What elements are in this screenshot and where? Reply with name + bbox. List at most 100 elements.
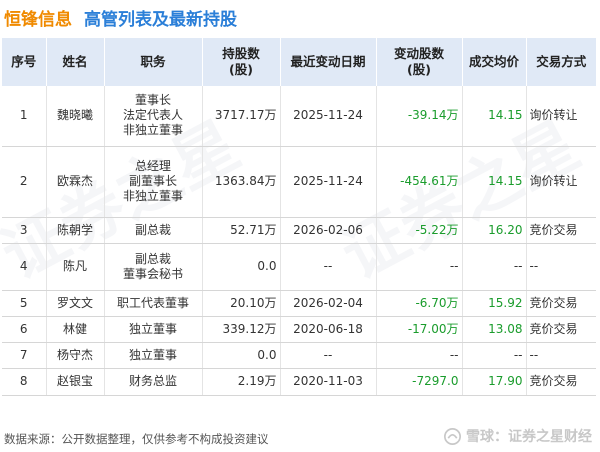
cell-name: 赵银宝 bbox=[46, 368, 105, 396]
cell-price: 17.90 bbox=[462, 368, 527, 396]
col-header-change-line1: 变动股数 bbox=[393, 46, 444, 61]
cell-name: 陈凡 bbox=[46, 243, 105, 291]
cell-shares: 52.71万 bbox=[202, 217, 281, 244]
brand-watermark: 雪球：证券之星财经 bbox=[444, 426, 592, 446]
col-header-name: 姓名 bbox=[46, 38, 105, 86]
cell-no: 6 bbox=[2, 316, 47, 343]
cell-shares: 0.0 bbox=[202, 342, 281, 369]
cell-no: 1 bbox=[2, 86, 47, 147]
cell-date: 2026-02-06 bbox=[280, 217, 377, 244]
cell-role: 副总裁 bbox=[104, 217, 203, 244]
cell-price: 14.15 bbox=[462, 86, 527, 147]
cell-price: 16.20 bbox=[462, 217, 527, 244]
cell-no: 2 bbox=[2, 146, 47, 218]
role-line: 总经理 bbox=[134, 159, 171, 173]
role-line: 副总裁 bbox=[134, 251, 171, 266]
col-header-change-line2: (股) bbox=[407, 62, 431, 77]
cell-change: -6.70万 bbox=[376, 290, 463, 317]
executives-table: 序号 姓名 职务 持股数 (股) 最近变动日期 变动股数 (股) 成交均价 交易… bbox=[2, 38, 596, 396]
cell-name: 魏晓曦 bbox=[46, 86, 105, 147]
role-line: 非独立董事 bbox=[122, 123, 183, 138]
cell-change: -7297.0 bbox=[376, 368, 463, 396]
table-row: 3 陈朝学 副总裁 52.71万 2026-02-06 -5.22万 16.20… bbox=[2, 217, 596, 244]
col-header-price: 成交均价 bbox=[462, 38, 527, 86]
cell-shares: 3717.17万 bbox=[202, 86, 281, 147]
cell-shares: 2.19万 bbox=[202, 368, 281, 396]
cell-no: 5 bbox=[2, 290, 47, 317]
cell-shares: 0.0 bbox=[202, 243, 281, 291]
cell-date: 2025-11-24 bbox=[280, 86, 377, 147]
cell-price: 15.92 bbox=[462, 290, 527, 317]
cell-name: 罗文文 bbox=[46, 290, 105, 317]
table-row: 2 欧霖杰 总经理 副董事长 非独立董事 1363.84万 2025-11-24… bbox=[2, 146, 596, 218]
table-row: 5 罗文文 职工代表董事 20.10万 2026-02-04 -6.70万 15… bbox=[2, 290, 596, 317]
cell-shares: 20.10万 bbox=[202, 290, 281, 317]
cell-name: 杨守杰 bbox=[46, 342, 105, 369]
col-header-change: 变动股数 (股) bbox=[376, 38, 463, 86]
cell-role: 副总裁 董事会秘书 bbox=[104, 243, 203, 291]
col-header-role: 职务 bbox=[104, 38, 203, 86]
cell-change: -- bbox=[376, 243, 463, 291]
cell-role: 职工代表董事 bbox=[104, 290, 203, 317]
cell-price: 13.08 bbox=[462, 316, 527, 343]
role-line: 独立董事 bbox=[128, 321, 177, 336]
role-line: 董事长 bbox=[134, 93, 171, 108]
cell-name: 林健 bbox=[46, 316, 105, 343]
role-line: 财务总监 bbox=[128, 374, 177, 388]
cell-date: 2020-11-03 bbox=[280, 368, 377, 396]
cell-method: 竞价交易 bbox=[526, 368, 596, 396]
cell-shares: 339.12万 bbox=[202, 316, 281, 343]
col-header-shares-line1: 持股数 bbox=[222, 46, 260, 61]
brand-text: 雪球：证券之星财经 bbox=[466, 429, 592, 445]
cell-shares: 1363.84万 bbox=[202, 146, 281, 218]
cell-date: -- bbox=[280, 342, 377, 369]
cell-change: -39.14万 bbox=[376, 86, 463, 147]
cell-method: -- bbox=[526, 243, 596, 291]
cell-price: -- bbox=[462, 342, 527, 369]
cell-no: 4 bbox=[2, 243, 47, 291]
cell-name: 欧霖杰 bbox=[46, 146, 105, 218]
table-row: 7 杨守杰 独立董事 0.0 -- -- -- -- bbox=[2, 342, 596, 369]
cell-role: 财务总监 bbox=[104, 368, 203, 396]
cell-no: 7 bbox=[2, 342, 47, 369]
snowball-logo-icon bbox=[444, 427, 461, 445]
cell-price: -- bbox=[462, 243, 527, 291]
table-row: 4 陈凡 副总裁 董事会秘书 0.0 -- -- -- -- bbox=[2, 243, 596, 291]
col-header-method: 交易方式 bbox=[526, 38, 596, 86]
company-name: 恒锋信息 bbox=[4, 9, 72, 30]
cell-method: 竞价交易 bbox=[526, 316, 596, 343]
cell-method: 竞价交易 bbox=[526, 217, 596, 244]
role-line: 副董事长 bbox=[128, 174, 177, 188]
cell-no: 8 bbox=[2, 368, 47, 396]
cell-role: 独立董事 bbox=[104, 316, 203, 343]
cell-change: -5.22万 bbox=[376, 217, 463, 244]
cell-change: -17.00万 bbox=[376, 316, 463, 343]
cell-change: -- bbox=[376, 342, 463, 369]
table-header-row: 序号 姓名 职务 持股数 (股) 最近变动日期 变动股数 (股) 成交均价 交易… bbox=[2, 38, 596, 86]
col-header-date: 最近变动日期 bbox=[280, 38, 377, 86]
role-line: 独立董事 bbox=[128, 347, 177, 362]
table-row: 8 赵银宝 财务总监 2.19万 2020-11-03 -7297.0 17.9… bbox=[2, 368, 596, 396]
cell-price: 14.15 bbox=[462, 146, 527, 218]
cell-role: 独立董事 bbox=[104, 342, 203, 369]
cell-no: 3 bbox=[2, 217, 47, 244]
role-line: 非独立董事 bbox=[122, 189, 183, 203]
role-line: 职工代表董事 bbox=[116, 295, 189, 310]
page-title: 恒锋信息 高管列表及最新持股 bbox=[0, 0, 600, 34]
col-header-shares: 持股数 (股) bbox=[202, 38, 281, 86]
cell-role: 董事长 法定代表人 非独立董事 bbox=[104, 86, 203, 147]
cell-method: -- bbox=[526, 342, 596, 369]
cell-date: 2026-02-04 bbox=[280, 290, 377, 317]
cell-method: 询价转让 bbox=[526, 146, 596, 218]
data-source-note: 数据来源：公开数据整理，仅供参考不构成投资建议 bbox=[4, 432, 269, 446]
cell-method: 竞价交易 bbox=[526, 290, 596, 317]
role-line: 副总裁 bbox=[134, 222, 171, 237]
cell-date: 2025-11-24 bbox=[280, 146, 377, 218]
cell-date: 2020-06-18 bbox=[280, 316, 377, 343]
cell-name: 陈朝学 bbox=[46, 217, 105, 244]
col-header-shares-line2: (股) bbox=[229, 62, 253, 77]
title-text: 高管列表及最新持股 bbox=[84, 9, 237, 30]
role-line: 董事会秘书 bbox=[122, 266, 183, 281]
cell-change: -454.61万 bbox=[376, 146, 463, 218]
cell-date: -- bbox=[280, 243, 377, 291]
